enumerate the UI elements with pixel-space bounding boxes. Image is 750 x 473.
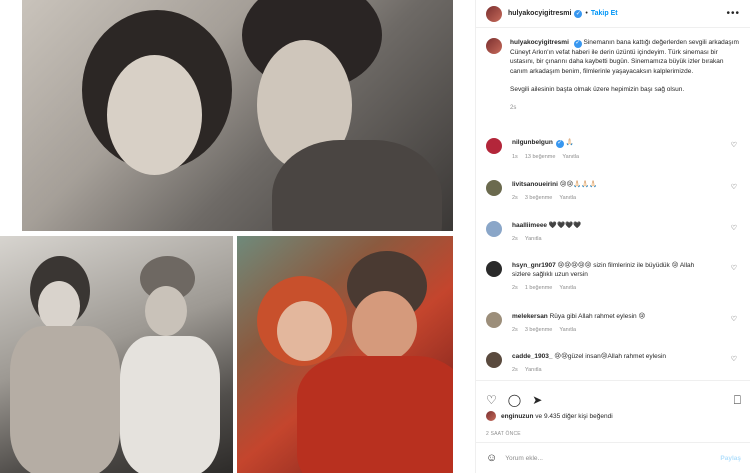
comment-likes[interactable]: 1 beğenme xyxy=(525,285,553,291)
reply-button[interactable]: Yanıtla xyxy=(559,327,576,333)
comment-time: 2s xyxy=(512,367,518,373)
like-icon[interactable]: ♡ xyxy=(486,394,497,406)
comment-text: 😢😢🙏🏻🙏🏻🙏🏻 xyxy=(559,181,598,188)
comment: melekersan Rüya gibi Allah rahmet eylesi… xyxy=(486,312,741,335)
follow-button[interactable]: Takip Et xyxy=(591,10,618,17)
comment-like-icon[interactable]: ♡ xyxy=(731,183,737,192)
caption-text-2: Sevgili ailesinin başta olmak üzere hepi… xyxy=(510,86,685,94)
comment: hsyn_gnr1907 😢😢😢😢😢 sizin filmleriniz ile… xyxy=(486,261,741,293)
post-caption: hulyakocyigitresmi ✓ Sinemanın bana katt… xyxy=(486,38,741,113)
save-icon[interactable]: ⎕ xyxy=(734,394,741,406)
action-bar: ♡ ◯ ➤ ⎕ xyxy=(476,380,750,410)
avatar[interactable] xyxy=(486,5,502,22)
reply-button[interactable]: Yanıtla xyxy=(559,285,576,291)
comment-like-icon[interactable]: ♡ xyxy=(731,315,737,324)
likes-summary: enginuzun ve 9.435 diğer kişi beğendi xyxy=(486,411,613,421)
comment-time: 2s xyxy=(512,285,518,291)
avatar[interactable] xyxy=(486,411,496,421)
avatar[interactable] xyxy=(486,38,502,54)
comment: nilgunbelgun ✓ 🙏🏻 1s 13 beğenme Yanıtla ♡ xyxy=(486,138,741,162)
likes-count[interactable]: ve 9.435 diğer kişi beğendi xyxy=(534,413,612,420)
header-username[interactable]: hulyakocyigitresmi xyxy=(508,10,571,17)
comment-username[interactable]: nilgunbelgun xyxy=(512,139,553,146)
comment-likes[interactable]: 3 beğenme xyxy=(525,327,553,333)
comment-likes[interactable]: 13 beğenme xyxy=(525,154,556,160)
comment-like-icon[interactable]: ♡ xyxy=(731,264,737,273)
comment-username[interactable]: melekersan xyxy=(512,313,548,320)
comment: livitsanoueirini 😢😢🙏🏻🙏🏻🙏🏻 2s 3 beğenme Yanı… xyxy=(486,180,741,203)
comment-text: 😢😢güzel insan😢Allah rahmet eylesin xyxy=(554,353,667,360)
share-button[interactable]: Paylaş xyxy=(720,455,741,462)
caption-time: 2s xyxy=(510,104,517,111)
comment-icon[interactable]: ◯ xyxy=(508,394,521,406)
instagram-post: hulyakocyigitresmi ✓ • Takip Et ••• huly… xyxy=(0,0,750,473)
verified-icon: ✓ xyxy=(574,9,583,18)
comment-username[interactable]: haalliimeee xyxy=(512,222,547,229)
comment-text: Rüya gibi Allah rahmet eylesin 😢 xyxy=(549,313,646,320)
comment-time: 2s xyxy=(512,327,518,333)
reply-button[interactable]: Yanıtla xyxy=(525,236,542,242)
comment-text: 🙏🏻 xyxy=(565,139,574,146)
comment: haalliimeee 🖤🖤🖤🖤 2s Yanıtla ♡ xyxy=(486,221,741,244)
comments-area[interactable]: hulyakocyigitresmi ✓ Sinemanın bana katt… xyxy=(476,28,750,380)
comment-time: 2s xyxy=(512,195,518,201)
reply-button[interactable]: Yanıtla xyxy=(559,195,576,201)
verified-icon: ✓ xyxy=(555,139,564,148)
post-header: hulyakocyigitresmi ✓ • Takip Et ••• xyxy=(476,0,750,28)
comment-text: 🖤🖤🖤🖤 xyxy=(548,222,582,229)
comment: cadde_1903_ 😢😢güzel insan😢Allah rahmet e… xyxy=(486,352,741,375)
comment-username[interactable]: hsyn_gnr1907 xyxy=(512,262,556,269)
add-comment-bar: ☺ Yorum ekle... Paylaş xyxy=(476,442,750,473)
avatar[interactable] xyxy=(486,138,502,154)
comment-likes[interactable]: 3 beğenme xyxy=(525,195,553,201)
comment-username[interactable]: cadde_1903_ xyxy=(512,353,552,360)
avatar[interactable] xyxy=(486,180,502,196)
comment-like-icon[interactable]: ♡ xyxy=(731,355,737,364)
comment-time: 2s xyxy=(512,236,518,242)
verified-icon: ✓ xyxy=(573,39,582,48)
avatar[interactable] xyxy=(486,261,502,277)
comment-time: 1s xyxy=(512,153,518,160)
photo-couple-sitting xyxy=(0,236,233,473)
post-media[interactable] xyxy=(0,0,475,473)
avatar[interactable] xyxy=(486,312,502,328)
emoji-icon[interactable]: ☺ xyxy=(486,452,497,464)
photo-couple-closeup xyxy=(22,0,453,231)
post-age: 2 SAAT ÖNCE xyxy=(486,431,521,437)
more-options-icon[interactable]: ••• xyxy=(726,8,740,19)
post-sidebar: hulyakocyigitresmi ✓ • Takip Et ••• huly… xyxy=(475,0,750,473)
avatar[interactable] xyxy=(486,352,502,368)
comment-input[interactable]: Yorum ekle... xyxy=(505,455,543,462)
likes-user[interactable]: enginuzun xyxy=(501,413,534,420)
reply-button[interactable]: Yanıtla xyxy=(562,154,579,160)
share-icon[interactable]: ➤ xyxy=(532,394,542,406)
comment-like-icon[interactable]: ♡ xyxy=(731,224,737,233)
caption-username[interactable]: hulyakocyigitresmi xyxy=(510,39,569,46)
comment-like-icon[interactable]: ♡ xyxy=(731,141,737,150)
avatar[interactable] xyxy=(486,221,502,237)
separator-dot: • xyxy=(585,10,588,17)
photo-couple-laughing xyxy=(237,236,453,473)
reply-button[interactable]: Yanıtla xyxy=(525,367,542,373)
comment-username[interactable]: livitsanoueirini xyxy=(512,181,558,188)
